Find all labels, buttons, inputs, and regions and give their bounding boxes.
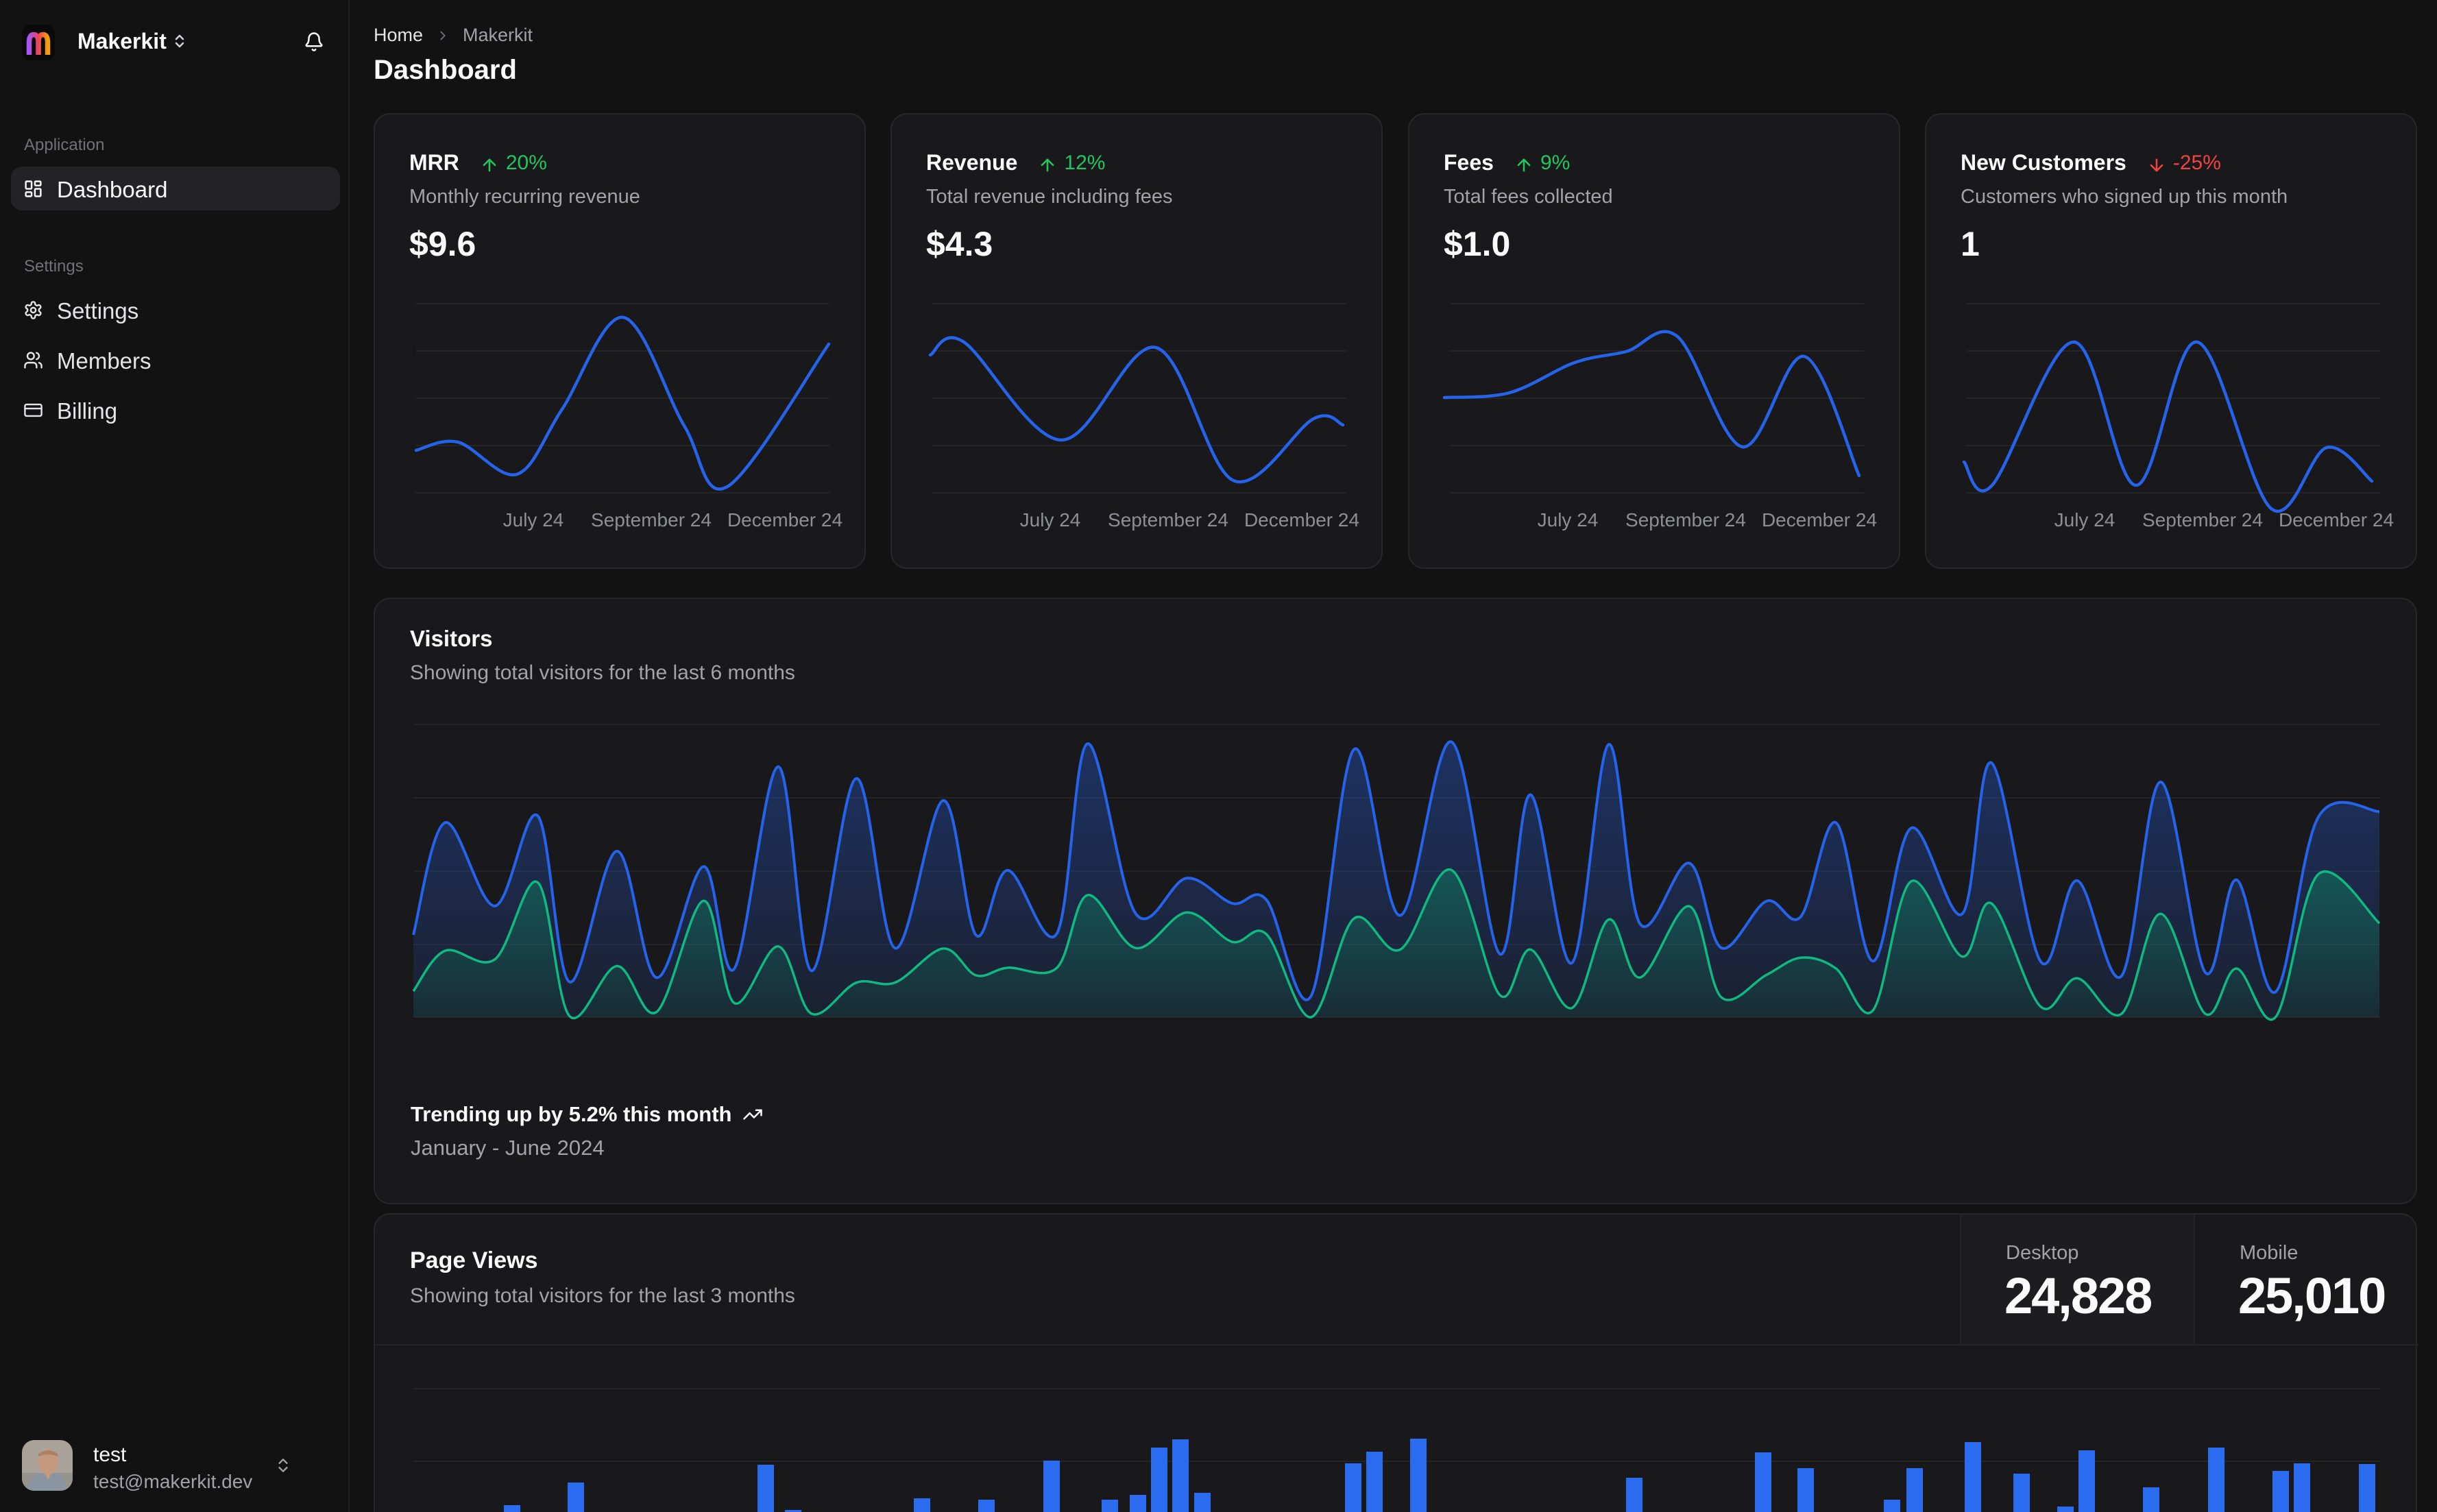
svg-text:July 24: July 24 (1020, 509, 1081, 531)
svg-text:December 24: December 24 (1244, 509, 1359, 531)
svg-text:July 24: July 24 (503, 509, 564, 531)
svg-text:September 24: September 24 (1625, 509, 1746, 531)
svg-text:December 24: December 24 (1762, 509, 1877, 531)
svg-text:September 24: September 24 (1108, 509, 1228, 531)
svg-text:July 24: July 24 (2054, 509, 2115, 531)
svg-text:December 24: December 24 (727, 509, 842, 531)
svg-text:September 24: September 24 (591, 509, 712, 531)
svg-text:December 24: December 24 (2279, 509, 2394, 531)
svg-text:September 24: September 24 (2142, 509, 2263, 531)
svg-text:July 24: July 24 (1538, 509, 1599, 531)
